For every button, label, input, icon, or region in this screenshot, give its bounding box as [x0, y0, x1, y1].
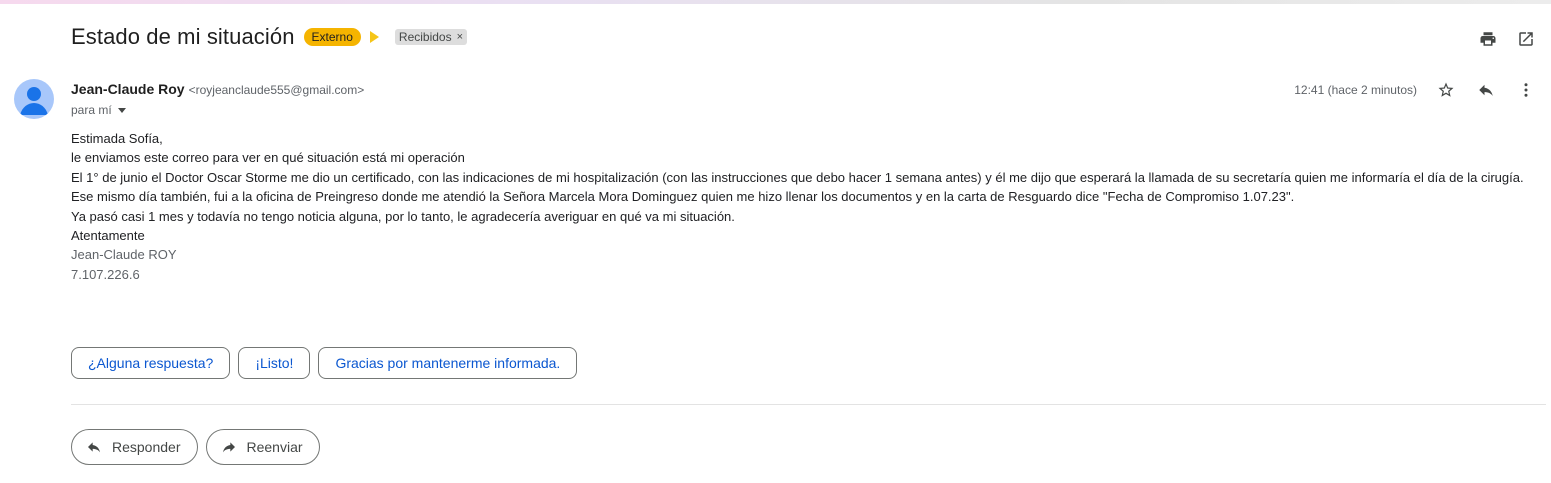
forward-button-label: Reenviar [246, 439, 303, 455]
smart-replies: ¿Alguna respuesta? ¡Listo! Gracias por m… [71, 347, 578, 379]
smart-reply-chip[interactable]: Gracias por mantenerme informada. [318, 347, 578, 379]
smart-reply-chip[interactable]: ¡Listo! [238, 347, 311, 379]
reply-button-label: Responder [112, 439, 181, 455]
external-badge: Externo [303, 28, 361, 46]
avatar[interactable] [14, 79, 54, 119]
footer-actions: Responder Reenviar [71, 429, 320, 465]
signature-name: Jean-Claude ROY [71, 247, 177, 263]
reply-icon [88, 442, 100, 453]
subject-row: Estado de mi situación Externo Recibidos… [71, 24, 468, 50]
forward-button[interactable]: Reenviar [205, 429, 320, 465]
reply-button[interactable]: Responder [71, 429, 198, 465]
smart-reply-chip[interactable]: ¿Alguna respuesta? [71, 347, 231, 379]
recipient-row[interactable]: para mí [71, 103, 126, 117]
open-in-new-window-icon[interactable] [1517, 30, 1535, 48]
print-icon[interactable] [1479, 30, 1497, 48]
body-line: Atentamente [71, 228, 145, 244]
body-line: Ya pasó casi 1 mes y todavía no tengo no… [71, 208, 735, 224]
email-subject: Estado de mi situación [71, 24, 295, 49]
sender-email: <royjeanclaude555@gmail.com> [188, 83, 365, 97]
label-chip-recibidos: Recibidos × [394, 29, 468, 45]
importance-marker-icon[interactable] [369, 31, 379, 43]
recipient-label: para mí [71, 103, 112, 117]
message-time: 12:41 (hace 2 minutos) [1294, 83, 1417, 97]
person-icon [20, 87, 48, 115]
forward-icon [222, 442, 235, 453]
body-line: El 1° de junio el Doctor Oscar Storme me… [71, 169, 1524, 185]
top-gradient-strip [0, 0, 1551, 4]
thread-actions [1479, 30, 1535, 48]
reply-icon[interactable] [1477, 81, 1495, 99]
signature-id: 7.107.226.6 [71, 266, 140, 282]
more-vert-icon[interactable] [1517, 81, 1535, 99]
chevron-down-icon[interactable] [117, 107, 126, 113]
remove-label-button[interactable]: × [457, 31, 463, 43]
star-icon[interactable] [1437, 81, 1455, 99]
divider [71, 404, 1546, 405]
body-line: Estimada Sofía, [71, 131, 163, 146]
label-text: Recibidos [398, 30, 452, 44]
body-line: le enviamos este correo para ver en qué … [71, 150, 465, 166]
sender-name[interactable]: Jean-Claude Roy [71, 81, 185, 97]
body-line: Ese mismo día también, fui a la oficina … [71, 189, 1295, 205]
message-meta: 12:41 (hace 2 minutos) [1294, 81, 1535, 99]
email-body: Estimada Sofía, le enviamos este correo … [71, 129, 1524, 284]
sender-row: Jean-Claude Roy <royjeanclaude555@gmail.… [71, 81, 364, 97]
